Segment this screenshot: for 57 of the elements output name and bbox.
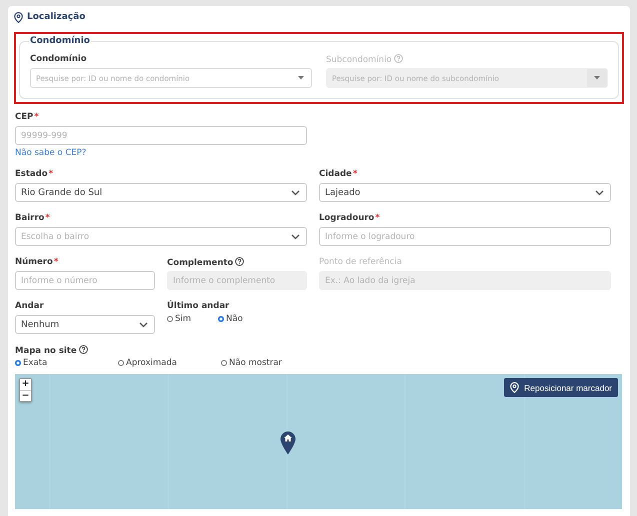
chevron-down-icon <box>291 234 300 240</box>
field-label: Estado* <box>15 169 54 181</box>
radio-option[interactable]: Não <box>218 314 269 324</box>
field-label: Logradouro* <box>319 213 380 225</box>
pin-icon <box>510 382 520 393</box>
radio-icon[interactable] <box>221 360 227 366</box>
required-marker: * <box>54 257 58 267</box>
radio-option[interactable]: Aproximada <box>118 358 221 368</box>
zoom-in-button[interactable]: + <box>20 379 31 390</box>
required-marker: * <box>48 169 54 179</box>
radio-option[interactable]: Sim <box>167 314 218 324</box>
radio-option[interactable]: Exata <box>15 358 118 368</box>
required-marker: * <box>352 169 358 179</box>
radio-icon[interactable] <box>218 316 224 322</box>
chevron-down-icon <box>139 322 148 328</box>
field-label: Andar <box>15 301 44 313</box>
placeholder-text: 99999-999 <box>21 130 68 140</box>
placeholder-text: Escolha o bairro <box>21 232 90 242</box>
help-icon[interactable] <box>78 345 88 354</box>
field-label: Número* <box>15 257 58 269</box>
field-label: Subcondomínio <box>326 54 403 66</box>
cep-link[interactable]: Não sabe o CEP? <box>15 148 86 158</box>
location-pin-icon <box>14 12 23 22</box>
field-label: Último andar <box>167 301 230 313</box>
field-label: Bairro* <box>15 213 50 225</box>
caret-icon <box>298 76 304 80</box>
field-label: Ponto de referência <box>319 257 402 269</box>
section-title: Localização <box>27 12 86 22</box>
required-marker: * <box>34 112 39 122</box>
caret-icon <box>594 76 600 80</box>
field-value: Lajeado <box>325 188 360 198</box>
radio-icon[interactable] <box>15 360 21 366</box>
placeholder-text: Informe o complemento <box>173 276 276 286</box>
chevron-down-icon <box>595 190 604 196</box>
placeholder-text: Ex.: Ao lado da igreja <box>325 276 416 286</box>
select-field[interactable]: Nenhum <box>15 315 155 334</box>
required-marker: * <box>45 213 50 223</box>
chevron-down-icon <box>291 190 300 196</box>
radio-icon[interactable] <box>118 360 124 366</box>
select-field[interactable]: Rio Grande do Sul <box>15 183 307 202</box>
placeholder-text: Informe o logradouro <box>325 232 415 242</box>
field-label: Mapa no site <box>15 345 88 357</box>
radio-icon[interactable] <box>167 316 173 322</box>
home-marker-icon <box>280 431 296 455</box>
field-value: Rio Grande do Sul <box>21 188 102 198</box>
field-label: Complemento <box>167 257 244 269</box>
field-label: Cidade* <box>319 169 358 181</box>
field-value: Nenhum <box>21 320 60 330</box>
required-marker: * <box>375 213 380 223</box>
radio-option[interactable]: Não mostrar <box>221 358 324 368</box>
placeholder-text: Informe o número <box>21 276 98 286</box>
zoom-out-button[interactable]: − <box>20 390 31 401</box>
select-field[interactable]: Lajeado <box>319 183 611 202</box>
reposition-marker-button[interactable]: Reposicionar marcador <box>504 378 618 397</box>
panel-legend: Condomínio <box>29 36 91 46</box>
field-label: CEP* <box>15 112 39 124</box>
field-label: Condomínio <box>30 54 87 66</box>
